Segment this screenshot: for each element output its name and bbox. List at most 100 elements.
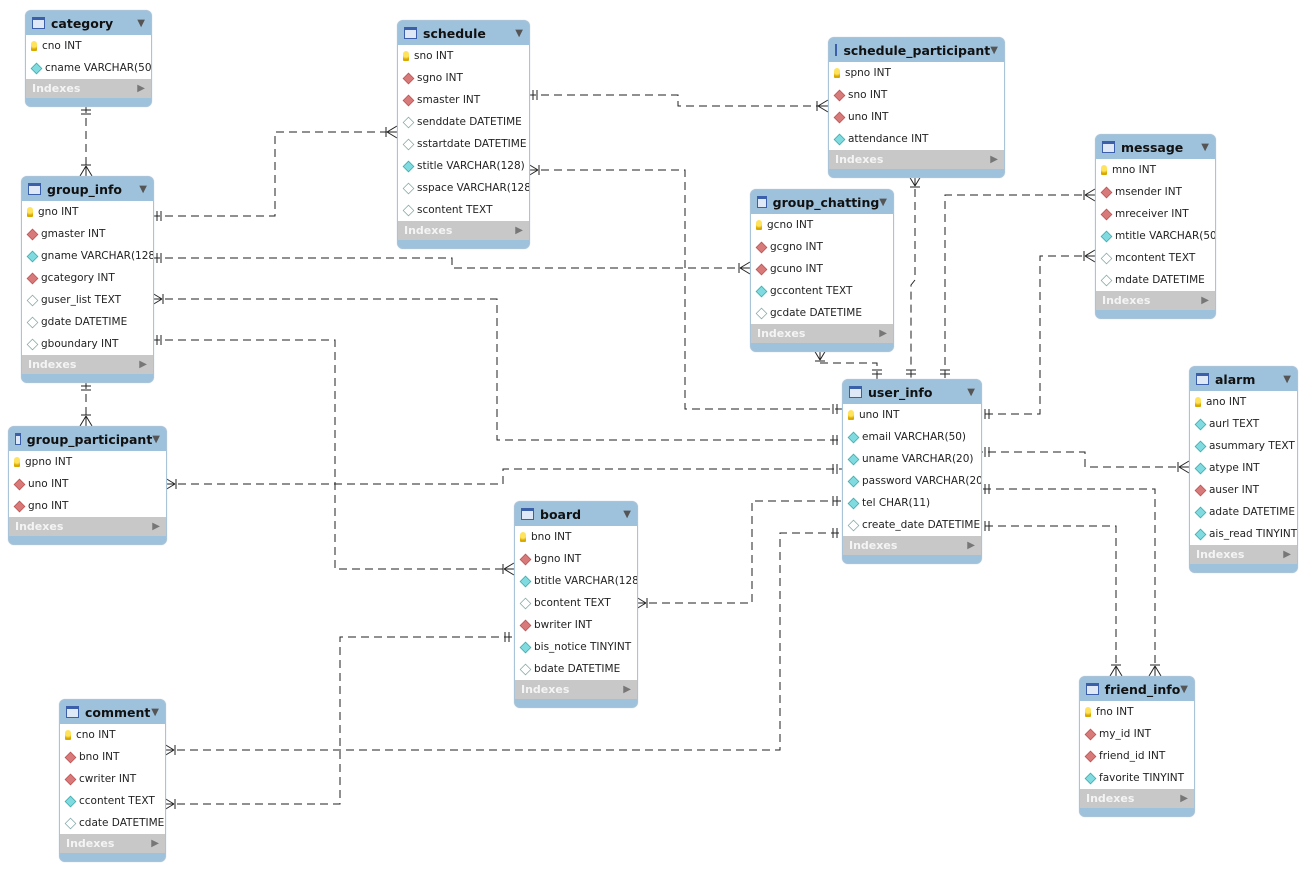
indexes-section[interactable]: Indexes ▶	[26, 79, 151, 98]
relationship-user-info-board[interactable]	[635, 496, 842, 610]
table-header[interactable]: group_info ▼	[22, 177, 153, 201]
table-category[interactable]: category ▼ cno INT cname VARCHAR(50) Indexes…	[25, 10, 152, 107]
table-comment[interactable]: comment ▼ cno INT bno INT cwriter INT cconten…	[59, 699, 166, 862]
column-row[interactable]: gboundary INT	[22, 333, 153, 355]
relationship-board-comment[interactable]	[163, 632, 514, 811]
column-row[interactable]: bcontent TEXT	[515, 592, 637, 614]
expand-arrow-icon[interactable]: ▶	[152, 521, 160, 532]
indexes-section[interactable]: Indexes ▶	[60, 834, 165, 853]
column-row[interactable]: smaster INT	[398, 89, 529, 111]
column-row[interactable]: aurl TEXT	[1190, 413, 1297, 435]
column-row[interactable]: mreceiver INT	[1096, 203, 1215, 225]
column-row[interactable]: ano INT	[1190, 391, 1297, 413]
column-row[interactable]: ais_read TINYINT	[1190, 523, 1297, 545]
column-row[interactable]: tel CHAR(11)	[843, 492, 981, 514]
column-row[interactable]: mcontent TEXT	[1096, 247, 1215, 269]
expand-arrow-icon[interactable]: ▶	[151, 838, 159, 849]
column-row[interactable]: senddate DATETIME	[398, 111, 529, 133]
column-row[interactable]: scontent TEXT	[398, 199, 529, 221]
table-group-info[interactable]: group_info ▼ gno INT gmaster INT gname VARCH…	[21, 176, 154, 383]
collapse-arrow-icon[interactable]: ▼	[967, 387, 975, 398]
relationship-user-info-schedule-participant[interactable]	[906, 175, 922, 379]
column-row[interactable]: create_date DATETIME	[843, 514, 981, 536]
relationship-group-info-group-chatting[interactable]	[152, 253, 751, 275]
column-row[interactable]: gpno INT	[9, 451, 166, 473]
column-row[interactable]: mtitle VARCHAR(50)	[1096, 225, 1215, 247]
column-row[interactable]: cno INT	[26, 35, 151, 57]
column-row[interactable]: gcgno INT	[751, 236, 893, 258]
collapse-arrow-icon[interactable]: ▼	[152, 434, 160, 445]
table-header[interactable]: group_chatting ▼	[751, 190, 893, 214]
collapse-arrow-icon[interactable]: ▼	[515, 28, 523, 39]
column-row[interactable]: gdate DATETIME	[22, 311, 153, 333]
table-user-info[interactable]: user_info ▼ uno INT email VARCHAR(50) uname …	[842, 379, 982, 564]
indexes-section[interactable]: Indexes ▶	[9, 517, 166, 536]
relationship-schedule-schedule-participant[interactable]	[528, 90, 829, 113]
table-message[interactable]: message ▼ mno INT msender INT mreceiver INT m…	[1095, 134, 1216, 319]
relationship-user-info-friend-info[interactable]	[980, 521, 1123, 677]
column-row[interactable]: gcategory INT	[22, 267, 153, 289]
column-row[interactable]: cname VARCHAR(50)	[26, 57, 151, 79]
column-row[interactable]: mdate DATETIME	[1096, 269, 1215, 291]
column-row[interactable]: bdate DATETIME	[515, 658, 637, 680]
expand-arrow-icon[interactable]: ▶	[1201, 295, 1209, 306]
expand-arrow-icon[interactable]: ▶	[879, 328, 887, 339]
table-header[interactable]: alarm ▼	[1190, 367, 1297, 391]
table-alarm[interactable]: alarm ▼ ano INT aurl TEXT asummary TEXT atype…	[1189, 366, 1298, 573]
column-row[interactable]: cdate DATETIME	[60, 812, 165, 834]
table-group-chatting[interactable]: group_chatting ▼ gcno INT gcgno INT gcuno IN…	[750, 189, 894, 352]
relationship-user-info-message[interactable]	[980, 249, 1096, 419]
collapse-arrow-icon[interactable]: ▼	[139, 184, 147, 195]
table-header[interactable]: category ▼	[26, 11, 151, 35]
expand-arrow-icon[interactable]: ▶	[1180, 793, 1188, 804]
column-row[interactable]: spno INT	[829, 62, 1004, 84]
table-header[interactable]: group_participant ▼	[9, 427, 166, 451]
relationship-user-info-alarm[interactable]	[980, 447, 1190, 474]
column-row[interactable]: uno INT	[9, 473, 166, 495]
relationship-group-info-schedule[interactable]	[152, 125, 398, 221]
column-row[interactable]: gno INT	[22, 201, 153, 223]
column-row[interactable]: uno INT	[843, 404, 981, 426]
column-row[interactable]: fno INT	[1080, 701, 1194, 723]
table-friend-info[interactable]: friend_info ▼ fno INT my_id INT friend_id IN…	[1079, 676, 1195, 817]
column-row[interactable]: sno INT	[398, 45, 529, 67]
table-header[interactable]: message ▼	[1096, 135, 1215, 159]
expand-arrow-icon[interactable]: ▶	[139, 359, 147, 370]
column-row[interactable]: sspace VARCHAR(128)	[398, 177, 529, 199]
column-row[interactable]: btitle VARCHAR(128)	[515, 570, 637, 592]
column-row[interactable]: gno INT	[9, 495, 166, 517]
column-row[interactable]: sgno INT	[398, 67, 529, 89]
collapse-arrow-icon[interactable]: ▼	[137, 18, 145, 29]
column-row[interactable]: favorite TINYINT	[1080, 767, 1194, 789]
column-row[interactable]: gname VARCHAR(128)	[22, 245, 153, 267]
column-row[interactable]: auser INT	[1190, 479, 1297, 501]
table-header[interactable]: board ▼	[515, 502, 637, 526]
column-row[interactable]: msender INT	[1096, 181, 1215, 203]
collapse-arrow-icon[interactable]: ▼	[1180, 684, 1188, 695]
collapse-arrow-icon[interactable]: ▼	[623, 509, 631, 520]
table-board[interactable]: board ▼ bno INT bgno INT btitle VARCHAR(128)…	[514, 501, 638, 708]
column-row[interactable]: cwriter INT	[60, 768, 165, 790]
expand-arrow-icon[interactable]: ▶	[515, 225, 523, 236]
relationship-user-info-group-participant[interactable]	[164, 464, 842, 491]
table-schedule-participant[interactable]: schedule_participant ▼ spno INT sno INT uno …	[828, 37, 1005, 178]
column-row[interactable]: my_id INT	[1080, 723, 1194, 745]
column-row[interactable]: friend_id INT	[1080, 745, 1194, 767]
column-row[interactable]: ccontent TEXT	[60, 790, 165, 812]
expand-arrow-icon[interactable]: ▶	[990, 154, 998, 165]
relationship-user-info-friend-info[interactable]	[980, 484, 1162, 677]
column-row[interactable]: gcuno INT	[751, 258, 893, 280]
column-row[interactable]: bis_notice TINYINT	[515, 636, 637, 658]
indexes-section[interactable]: Indexes ▶	[515, 680, 637, 699]
column-row[interactable]: password VARCHAR(20)	[843, 470, 981, 492]
relationship-user-info-group-chatting[interactable]	[813, 349, 882, 379]
collapse-arrow-icon[interactable]: ▼	[879, 197, 887, 208]
column-row[interactable]: adate DATETIME	[1190, 501, 1297, 523]
indexes-section[interactable]: Indexes ▶	[843, 536, 981, 555]
column-row[interactable]: bno INT	[60, 746, 165, 768]
column-row[interactable]: gmaster INT	[22, 223, 153, 245]
relationship-user-info-comment[interactable]	[163, 528, 842, 757]
indexes-section[interactable]: Indexes ▶	[1096, 291, 1215, 310]
column-row[interactable]: asummary TEXT	[1190, 435, 1297, 457]
relationship-user-info-group-info[interactable]	[151, 292, 842, 445]
